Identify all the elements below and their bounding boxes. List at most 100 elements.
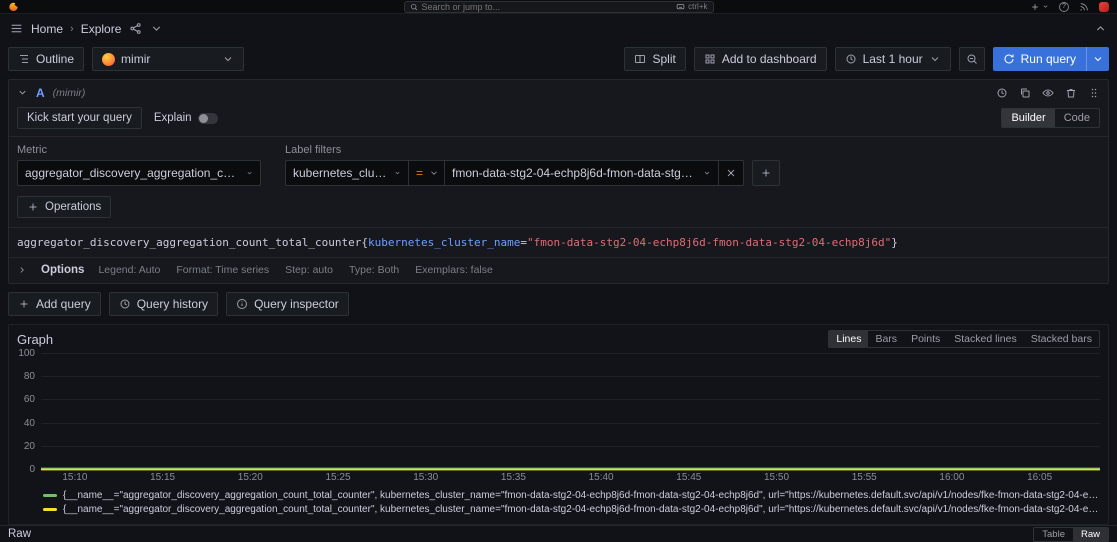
graph-style-option[interactable]: Lines [829,331,868,347]
mimir-logo-icon [102,53,115,66]
x-tick-label: 15:50 [764,472,789,483]
explain-switch[interactable] [198,113,218,124]
history-icon[interactable] [996,87,1008,99]
graph-style-option[interactable]: Stacked lines [947,331,1023,347]
grafana-explore-app: ctrl+k ? Home › Explore [0,0,1117,542]
option-summary-item: Format: Time series [176,264,269,276]
legend-item[interactable]: {__name__="aggregator_discovery_aggregat… [43,504,1100,515]
refresh-icon [1003,53,1015,65]
metric-select[interactable]: aggregator_discovery_aggregation_count_t… [17,160,261,186]
apps-grid-icon [704,53,716,65]
filter-label-value: kubernetes_cluster_name [293,166,388,180]
collapse-pane-icon[interactable] [1094,22,1107,35]
add-filter-button[interactable] [752,160,780,186]
filter-operator-select[interactable]: = [409,160,445,186]
query-ref-id[interactable]: A [36,86,45,100]
close-icon [725,167,737,179]
legend-color-chip[interactable] [43,508,57,511]
options-summary: Legend: Auto Format: Time series Step: aut… [98,264,492,276]
add-query-button[interactable]: Add query [8,292,101,316]
time-series-chart[interactable]: 020406080100 [9,350,1108,470]
drag-handle-icon[interactable] [1088,87,1100,99]
kick-start-button[interactable]: Kick start your query [17,107,142,129]
global-search[interactable]: ctrl+k [404,1,714,13]
option-summary-item: Step: auto [285,264,333,276]
metric-select-value: aggregator_discovery_aggregation_count_t… [25,166,240,180]
editor-mode-option[interactable]: Code [1055,109,1099,127]
add-menu-button[interactable] [1030,2,1049,12]
raw-table-option[interactable]: Table [1034,528,1073,541]
x-tick-label: 15:25 [325,472,350,483]
search-input[interactable] [422,2,673,12]
add-operation-button[interactable]: Operations [17,196,111,218]
raw-query-preview: aggregator_discovery_aggregation_count_t… [9,228,1108,258]
news-icon[interactable] [1079,2,1089,12]
remove-filter-button[interactable] [719,160,744,186]
help-icon[interactable]: ? [1059,2,1069,12]
series-lines [41,354,1100,470]
legend-label[interactable]: {__name__="aggregator_discovery_aggregat… [63,490,1100,501]
gridline [41,399,1100,400]
filter-label-select[interactable]: kubernetes_cluster_name [285,160,409,186]
operations-row: Operations [9,186,1108,228]
keyboard-icon [676,2,685,11]
editor-mode-toggle: BuilderCode [1001,108,1100,128]
x-tick-label: 16:05 [1027,472,1052,483]
add-query-label: Add query [36,297,91,311]
zoom-out-button[interactable] [959,47,985,71]
query-history-button[interactable]: Query history [109,292,218,316]
split-icon [634,53,646,65]
raw-panel-header: Raw TableRaw [0,525,1117,542]
split-button[interactable]: Split [624,47,685,71]
legend-label[interactable]: {__name__="aggregator_discovery_aggregat… [63,504,1100,515]
gridline [41,446,1100,447]
x-tick-label: 15:15 [150,472,175,483]
raw-table-option[interactable]: Raw [1073,528,1108,541]
share-icon[interactable] [129,22,142,35]
query-datasource-hint: (mimir) [53,87,86,99]
chevron-down-icon [703,168,711,178]
query-inspector-label: Query inspector [254,297,339,311]
grafana-logo[interactable] [8,1,19,12]
query-inspector-button[interactable]: Query inspector [226,292,349,316]
zoom-out-icon [966,53,978,65]
filter-value-select[interactable]: fmon-data-stg2-04-echp8j6d-fmon-data-stg… [445,160,719,186]
menu-icon[interactable] [10,22,23,35]
remove-query-icon[interactable] [1065,87,1077,99]
raw-query-metric: aggregator_discovery_aggregation_count_t… [17,236,361,249]
plus-icon [18,298,30,310]
graph-style-toggle: LinesBarsPointsStacked linesStacked bars [828,330,1100,348]
chevron-down-icon [429,168,439,178]
explore-secondary-actions: Add query Query history Query inspector [0,284,1117,322]
graph-style-option[interactable]: Points [904,331,947,347]
legend-item[interactable]: {__name__="aggregator_discovery_aggregat… [43,490,1100,501]
time-range-picker[interactable]: Last 1 hour [835,47,951,71]
plot-area[interactable] [41,354,1100,470]
query-editor-toolbar: Kick start your query Explain BuilderCod… [9,105,1108,137]
y-tick-label: 20 [24,441,35,452]
duplicate-query-icon[interactable] [1019,87,1031,99]
legend-color-chip[interactable] [43,494,57,497]
breadcrumb-explore[interactable]: Explore [81,22,122,36]
explain-toggle-group: Explain [154,112,218,124]
graph-style-option[interactable]: Stacked bars [1024,331,1099,347]
run-query-button[interactable]: Run query [993,47,1086,71]
gridline [41,353,1100,354]
graph-title: Graph [17,332,53,347]
add-to-dashboard-button[interactable]: Add to dashboard [694,47,827,71]
option-summary-item: Legend: Auto [98,264,160,276]
outline-button[interactable]: Outline [8,47,84,71]
collapse-query-icon[interactable] [17,87,28,98]
topnav-actions: ? [1030,2,1109,12]
graph-style-option[interactable]: Bars [868,331,904,347]
options-row[interactable]: Options Legend: AutoFormat: Time seriesS… [9,258,1108,279]
chart-legend: {__name__="aggregator_discovery_aggregat… [9,486,1108,524]
editor-mode-option[interactable]: Builder [1002,109,1054,127]
chevron-down-icon[interactable] [150,22,163,35]
run-query-interval-dropdown[interactable] [1086,47,1109,71]
datasource-picker[interactable]: mimir [92,47,244,71]
option-summary-item: Exemplars: false [415,264,493,276]
user-avatar[interactable] [1099,2,1109,12]
breadcrumb-home[interactable]: Home [31,22,63,36]
hide-response-icon[interactable] [1042,87,1054,99]
